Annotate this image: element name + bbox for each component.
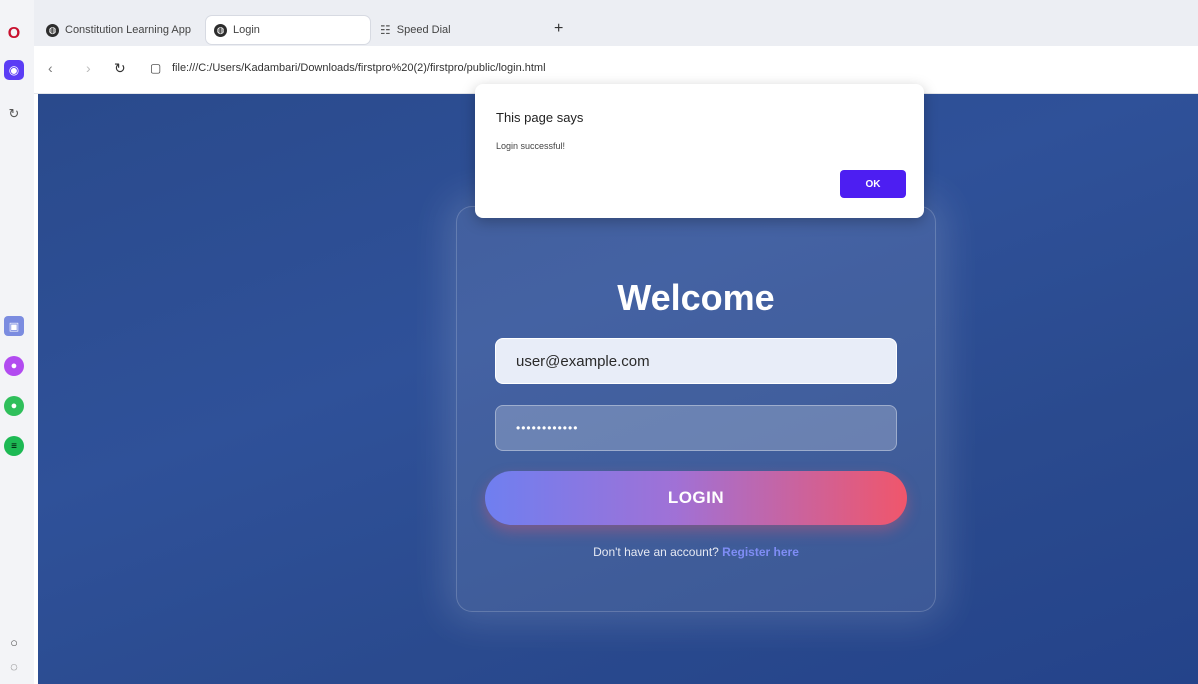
messenger-icon[interactable]: ● <box>4 356 24 376</box>
login-card: Welcome user@example.com •••••••••••• LO… <box>456 206 936 612</box>
page-info-icon[interactable]: ▢ <box>150 61 161 75</box>
settings-icon[interactable]: ○ <box>4 632 24 652</box>
ok-button[interactable]: OK <box>840 170 906 198</box>
new-tab-button[interactable]: + <box>554 20 563 38</box>
back-icon[interactable]: ‹ <box>48 60 53 76</box>
tab-label: Speed Dial <box>396 24 451 36</box>
spotify-icon[interactable]: ≡ <box>4 436 24 456</box>
speed-dial-icon: ☷ <box>380 23 391 37</box>
history-icon[interactable]: ↻ <box>4 104 24 124</box>
globe-icon: ◍ <box>214 23 227 37</box>
register-prompt: Don't have an account? <box>593 545 719 559</box>
login-button[interactable]: LOGIN <box>485 471 907 525</box>
tab-label: Constitution Learning App <box>65 24 191 36</box>
dialog-message: Login successful! <box>496 141 566 151</box>
forward-icon[interactable]: › <box>86 60 91 76</box>
app-icon[interactable]: ▣ <box>4 316 24 336</box>
email-field[interactable]: user@example.com <box>495 338 897 384</box>
alert-dialog: This page says Login successful! OK <box>475 84 924 218</box>
password-field[interactable]: •••••••••••• <box>495 405 897 451</box>
globe-icon: ◍ <box>46 23 59 37</box>
tab-speed-dial[interactable]: ☷ Speed Dial <box>372 16 502 44</box>
tab-label: Login <box>233 24 260 36</box>
tab-constitution[interactable]: ◍ Constitution Learning App <box>38 16 208 44</box>
register-row: Don't have an account? Register here <box>457 545 935 559</box>
tab-login[interactable]: ◍ Login <box>206 16 370 44</box>
opera-logo-icon[interactable]: O <box>4 24 24 44</box>
whatsapp-icon[interactable]: ● <box>4 396 24 416</box>
reload-icon[interactable]: ↻ <box>114 60 126 77</box>
register-link[interactable]: Register here <box>722 545 799 559</box>
tab-bar: ◍ Constitution Learning App ◍ Login ☷ Sp… <box>34 0 1198 46</box>
browser-sidebar: O ◉ ↻ ▣ ● ● ≡ ○ ◌ <box>0 0 34 684</box>
dialog-title: This page says <box>496 110 584 125</box>
more-icon[interactable]: ◌ <box>4 656 24 676</box>
url-field[interactable]: file:///C:/Users/Kadambari/Downloads/fir… <box>172 62 546 74</box>
page-title: Welcome <box>617 277 775 318</box>
aria-icon[interactable]: ◉ <box>4 60 24 80</box>
